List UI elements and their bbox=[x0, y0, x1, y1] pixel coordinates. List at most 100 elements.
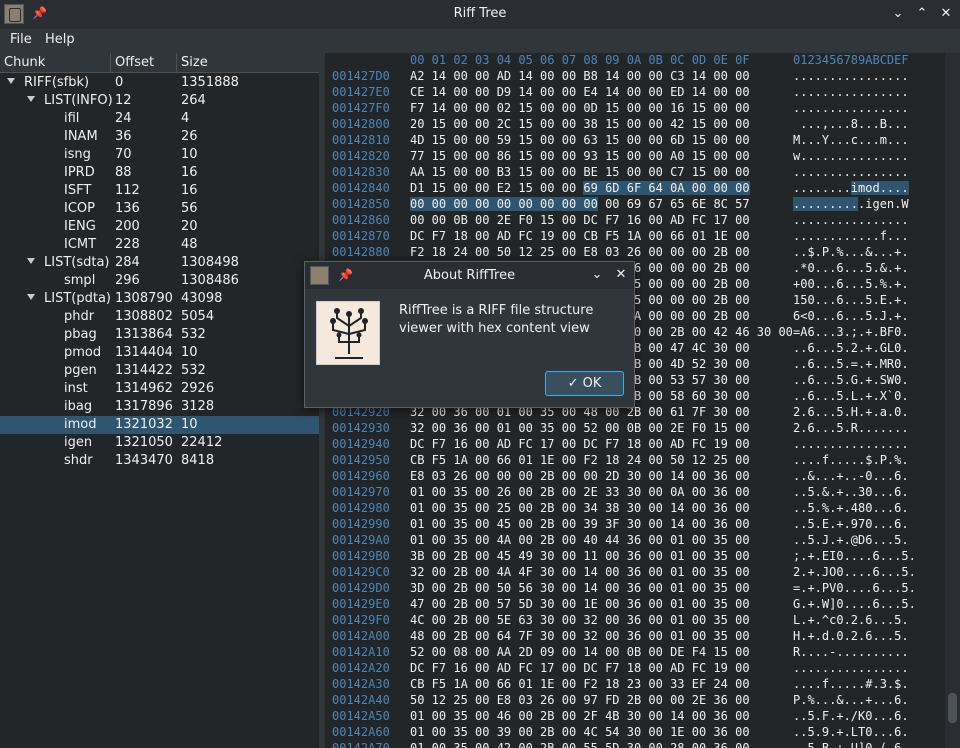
hex-ascii[interactable]: G.+.W]0....6...5. bbox=[793, 597, 916, 611]
hex-bytes[interactable]: 3D 00 2B 00 50 56 30 00 14 00 36 00 01 0… bbox=[410, 581, 750, 595]
column-offset[interactable]: Offset bbox=[115, 55, 154, 73]
hex-ascii[interactable]: 2.+.JO0....6...5. bbox=[793, 565, 916, 579]
expand-arrow-icon[interactable] bbox=[27, 294, 35, 300]
tree-row[interactable]: pgen 1314422 532 bbox=[0, 362, 319, 380]
hex-bytes[interactable]: 32 00 2B 00 4A 4F 30 00 14 00 36 00 01 0… bbox=[410, 565, 750, 579]
hex-bytes[interactable]: 50 12 25 00 E8 03 26 00 97 FD 2B 00 00 2… bbox=[410, 693, 750, 707]
column-size[interactable]: Size bbox=[181, 55, 208, 73]
hex-ascii[interactable]: w............... bbox=[793, 149, 909, 163]
hex-ascii[interactable]: ........imod.... bbox=[793, 181, 909, 195]
hex-bytes[interactable]: CE 14 00 00 D9 14 00 00 E4 14 00 00 ED 1… bbox=[410, 85, 750, 99]
hex-bytes[interactable]: CB F5 1A 00 66 01 1E 00 F2 18 23 00 33 E… bbox=[410, 677, 750, 691]
minimize-icon[interactable]: ⌄ bbox=[889, 5, 907, 23]
hex-bytes[interactable]: 47 00 2B 00 57 5D 30 00 1E 00 36 00 01 0… bbox=[410, 597, 750, 611]
hex-bytes[interactable]: 01 00 35 00 25 00 2B 00 34 38 30 00 14 0… bbox=[410, 501, 750, 515]
hex-ascii[interactable]: P.%...&...+...6. bbox=[793, 693, 909, 707]
hex-ascii[interactable]: 2.6...5.H.+.a.0. bbox=[793, 405, 909, 419]
tree-row[interactable]: igen 1321050 22412 bbox=[0, 434, 319, 452]
tree-row[interactable]: ICMT 228 48 bbox=[0, 236, 319, 254]
hex-bytes[interactable]: DC F7 16 00 AD FC 17 00 DC F7 18 00 AD F… bbox=[410, 661, 750, 675]
hex-ascii[interactable]: 2.6...5.R....... bbox=[793, 421, 909, 435]
hex-ascii[interactable]: H.+.d.0.2.6...5. bbox=[793, 629, 909, 643]
hex-ascii[interactable]: ................ bbox=[793, 165, 909, 179]
hex-bytes[interactable]: A2 14 00 00 AD 14 00 00 B8 14 00 00 C3 1… bbox=[410, 69, 750, 83]
hex-ascii[interactable]: R....-.......... bbox=[793, 645, 909, 659]
tree-row[interactable]: inst 1314962 2926 bbox=[0, 380, 319, 398]
tree-row[interactable]: INAM 36 26 bbox=[0, 128, 319, 146]
hex-bytes[interactable]: 00 00 00 00 00 00 00 00 00 00 69 67 65 6… bbox=[410, 197, 750, 211]
hex-ascii[interactable]: ;.+.EI0....6...5. bbox=[793, 549, 916, 563]
hex-bytes[interactable]: 32 00 36 00 01 00 35 00 52 00 0B 00 2E F… bbox=[410, 421, 750, 435]
hex-ascii[interactable]: L.+.^c0.2.6...5. bbox=[793, 613, 909, 627]
hex-bytes[interactable]: 01 00 35 00 39 00 2B 00 4C 54 30 00 1E 0… bbox=[410, 725, 750, 739]
tree-row[interactable]: phdr 1308802 5054 bbox=[0, 308, 319, 326]
tree-row[interactable]: ibag 1317896 3128 bbox=[0, 398, 319, 416]
hex-bytes[interactable]: 01 00 35 00 45 00 2B 00 39 3F 30 00 14 0… bbox=[410, 517, 750, 531]
tree-row[interactable]: IPRD 88 16 bbox=[0, 164, 319, 182]
hex-bytes[interactable]: E8 03 26 00 00 00 2B 00 00 2D 30 00 14 0… bbox=[410, 469, 750, 483]
hex-ascii[interactable]: ..$.P.%...&...+. bbox=[793, 245, 909, 259]
expand-arrow-icon[interactable] bbox=[27, 258, 35, 264]
hex-ascii[interactable]: ..5.B.+.U]0.(.6. bbox=[793, 741, 909, 748]
hex-ascii[interactable]: ................ bbox=[793, 101, 909, 115]
hex-ascii[interactable]: ..6...5.2.+.GL0. bbox=[793, 341, 909, 355]
scrollbar-thumb[interactable] bbox=[948, 693, 957, 723]
hex-bytes[interactable]: 4C 00 2B 00 5E 63 30 00 32 00 36 00 01 0… bbox=[410, 613, 750, 627]
hex-ascii[interactable]: ..5.F.+./K0...6. bbox=[793, 709, 909, 723]
hex-ascii[interactable]: =.+.PV0....6...5. bbox=[793, 581, 916, 595]
hex-ascii[interactable]: 6<0...6...5.J.+. bbox=[793, 309, 909, 323]
hex-ascii[interactable]: ..5.J.+.@D6...5. bbox=[793, 533, 909, 547]
hex-bytes[interactable]: 01 00 35 00 4A 00 2B 00 40 44 36 00 01 0… bbox=[410, 533, 750, 547]
tree-row[interactable]: ifil 24 4 bbox=[0, 110, 319, 128]
hex-ascii[interactable]: 150...6...5.E.+. bbox=[793, 293, 909, 307]
hex-bytes[interactable]: 20 15 00 00 2C 15 00 00 38 15 00 00 42 1… bbox=[410, 117, 750, 131]
tree-row[interactable]: shdr 1343470 8418 bbox=[0, 452, 319, 470]
hex-ascii[interactable]: ..5.%.+.480...6. bbox=[793, 501, 909, 515]
menu-help[interactable]: Help bbox=[45, 32, 75, 47]
hex-ascii[interactable]: ................ bbox=[793, 69, 909, 83]
hex-bytes[interactable]: F2 18 24 00 50 12 25 00 E8 03 26 00 00 0… bbox=[410, 245, 750, 259]
tree-row[interactable]: pmod 1314404 10 bbox=[0, 344, 319, 362]
hex-bytes[interactable]: DC F7 18 00 AD FC 19 00 CB F5 1A 00 66 0… bbox=[410, 229, 750, 243]
hex-ascii[interactable]: =A6...3.;.+.BF0. bbox=[793, 325, 909, 339]
hex-ascii[interactable]: ..&...+..-0...6. bbox=[793, 469, 909, 483]
hex-ascii[interactable]: +00...6...5.%.+. bbox=[793, 277, 909, 291]
tree-row[interactable]: IENG 200 20 bbox=[0, 218, 319, 236]
hex-ascii[interactable]: ..6...5.G.+.SW0. bbox=[793, 373, 909, 387]
close-icon[interactable]: ✕ bbox=[612, 266, 630, 284]
hex-bytes[interactable]: 77 15 00 00 86 15 00 00 93 15 00 00 A0 1… bbox=[410, 149, 750, 163]
hex-ascii[interactable]: .*0...6...5.&.+. bbox=[793, 261, 909, 275]
tree-row[interactable]: ICOP 136 56 bbox=[0, 200, 319, 218]
close-icon[interactable]: ✕ bbox=[937, 5, 955, 23]
menu-file[interactable]: File bbox=[10, 32, 32, 47]
hex-ascii[interactable]: ...,...8...B... bbox=[793, 117, 908, 131]
hex-bytes[interactable]: 01 00 35 00 42 00 2B 00 55 5D 30 00 28 0… bbox=[410, 741, 750, 748]
hex-ascii[interactable]: ..6...5.L.+.X`0. bbox=[793, 389, 909, 403]
minimize-icon[interactable]: ⌄ bbox=[588, 266, 606, 284]
tree-row[interactable]: isng 70 10 bbox=[0, 146, 319, 164]
vertical-scrollbar[interactable] bbox=[945, 53, 960, 748]
hex-ascii[interactable]: ................ bbox=[793, 661, 909, 675]
ok-button[interactable]: ✓ OK bbox=[545, 371, 624, 396]
hex-ascii[interactable]: ..6...5.=.+.MR0. bbox=[793, 357, 909, 371]
maximize-icon[interactable]: ⌃ bbox=[913, 5, 931, 23]
column-chunk[interactable]: Chunk bbox=[4, 55, 45, 73]
chunk-tree[interactable]: Chunk Offset Size RIFF(sfbk) 0 1351888 LIST… bbox=[0, 53, 319, 748]
hex-bytes[interactable]: CB F5 1A 00 66 01 1E 00 F2 18 24 00 50 1… bbox=[410, 453, 750, 467]
tree-row[interactable]: imod 1321032 10 bbox=[0, 416, 319, 434]
expand-arrow-icon[interactable] bbox=[7, 78, 15, 84]
hex-ascii[interactable]: ..........igen.W bbox=[793, 197, 909, 211]
hex-bytes[interactable]: 52 00 08 00 AA 2D 09 00 14 00 0B 00 DE F… bbox=[410, 645, 750, 659]
hex-ascii[interactable]: ..5.E.+.970...6. bbox=[793, 517, 909, 531]
hex-bytes[interactable]: 3B 00 2B 00 45 49 30 00 11 00 36 00 01 0… bbox=[410, 549, 750, 563]
hex-bytes[interactable]: D1 15 00 00 E2 15 00 00 69 6D 6F 64 0A 0… bbox=[410, 181, 750, 195]
hex-bytes[interactable]: 4D 15 00 00 59 15 00 00 63 15 00 00 6D 1… bbox=[410, 133, 750, 147]
tree-row[interactable]: smpl 296 1308486 bbox=[0, 272, 319, 290]
hex-ascii[interactable]: ....f.....#.3.$. bbox=[793, 677, 909, 691]
hex-ascii[interactable]: ..5.9.+.LT0...6. bbox=[793, 725, 909, 739]
tree-row[interactable]: pbag 1313864 532 bbox=[0, 326, 319, 344]
hex-bytes[interactable]: 01 00 35 00 46 00 2B 00 2F 4B 30 00 14 0… bbox=[410, 709, 750, 723]
hex-ascii[interactable]: M...Y...c...m... bbox=[793, 133, 909, 147]
hex-bytes[interactable]: 48 00 2B 00 64 7F 30 00 32 00 36 00 01 0… bbox=[410, 629, 750, 643]
tree-row[interactable]: LIST(sdta) 284 1308498 bbox=[0, 254, 319, 272]
